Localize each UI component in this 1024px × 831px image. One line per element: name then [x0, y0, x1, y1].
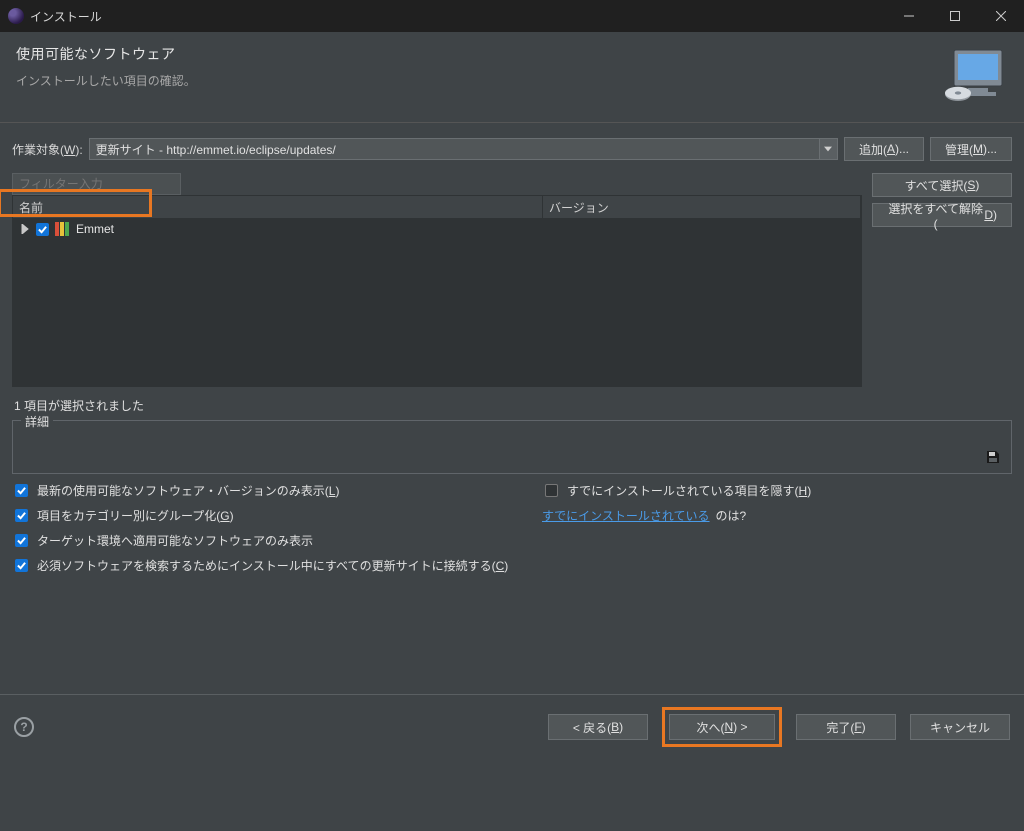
manage-sites-button[interactable]: 管理(M)... [930, 137, 1012, 161]
close-button[interactable] [978, 0, 1024, 32]
category-icon [55, 222, 71, 236]
titlebar: インストール [0, 0, 1024, 32]
work-with-row: 作業対象(W): 追加(A)... 管理(M)... [12, 137, 1012, 161]
eclipse-icon [8, 8, 24, 24]
checkbox[interactable] [15, 559, 28, 572]
save-icon[interactable] [985, 449, 1001, 465]
page-subtext: インストールしたい項目の確認。 [16, 72, 196, 89]
check-contact-all-sites[interactable]: 必須ソフトウェアを検索するためにインストール中にすべての更新サイトに接続する(C… [12, 557, 1012, 574]
wizard-header: 使用可能なソフトウェア インストールしたい項目の確認。 [0, 32, 1024, 123]
check-hide-installed[interactable]: すでにインストールされている項目を隠す(H) [542, 482, 1012, 499]
table-body[interactable]: Emmet [13, 218, 861, 386]
already-installed-link[interactable]: すでにインストールされている [542, 507, 710, 524]
checkbox[interactable] [15, 484, 28, 497]
work-with-combo[interactable] [89, 138, 838, 160]
selection-status: 1 項目が選択されました [14, 397, 1010, 414]
select-all-button[interactable]: すべて選択(S) [872, 173, 1012, 197]
table-header: 名前 バージョン [13, 196, 861, 218]
check-latest-only[interactable]: 最新の使用可能なソフトウェア・バージョンのみ表示(L) [12, 482, 532, 499]
install-banner-icon [944, 44, 1008, 108]
details-legend: 詳細 [21, 413, 53, 430]
filter-input[interactable] [12, 173, 181, 195]
options-grid: 最新の使用可能なソフトウェア・バージョンのみ表示(L) すでにインストールされて… [12, 482, 1012, 574]
work-with-input[interactable] [90, 139, 819, 159]
minimize-button[interactable] [886, 0, 932, 32]
expand-icon[interactable] [19, 223, 31, 235]
add-site-button[interactable]: 追加(A)... [844, 137, 924, 161]
cancel-button[interactable]: キャンセル [910, 714, 1010, 740]
work-with-label: 作業対象(W): [12, 141, 83, 158]
check-group-by-category[interactable]: 項目をカテゴリー別にグループ化(G) [12, 507, 532, 524]
table-row[interactable]: Emmet [13, 218, 861, 240]
help-icon[interactable]: ? [14, 717, 34, 737]
next-button[interactable]: 次へ(N) > [669, 714, 775, 740]
already-installed-link-row: すでにインストールされている のは? [542, 507, 1012, 524]
checkbox[interactable] [36, 223, 49, 236]
footer: ? < 戻る(B) 次へ(N) > 完了(F) キャンセル [0, 695, 1024, 759]
annotation-highlight-next: 次へ(N) > [662, 707, 782, 747]
software-table: 名前 バージョン Emmet [12, 195, 862, 387]
checkbox[interactable] [15, 534, 28, 547]
deselect-all-button[interactable]: 選択をすべて解除(D) [872, 203, 1012, 227]
back-button[interactable]: < 戻る(B) [548, 714, 648, 740]
maximize-button[interactable] [932, 0, 978, 32]
column-version[interactable]: バージョン [543, 196, 861, 218]
window-title: インストール [30, 8, 102, 25]
check-target-env[interactable]: ターゲット環境へ適用可能なソフトウェアのみ表示 [12, 532, 532, 549]
checkbox[interactable] [545, 484, 558, 497]
column-name[interactable]: 名前 [13, 196, 543, 218]
page-title: 使用可能なソフトウェア [16, 44, 196, 64]
details-fieldset: 詳細 [12, 420, 1012, 474]
checkbox[interactable] [15, 509, 28, 522]
chevron-down-icon[interactable] [819, 139, 837, 159]
finish-button[interactable]: 完了(F) [796, 714, 896, 740]
tree-item-label: Emmet [76, 222, 114, 236]
